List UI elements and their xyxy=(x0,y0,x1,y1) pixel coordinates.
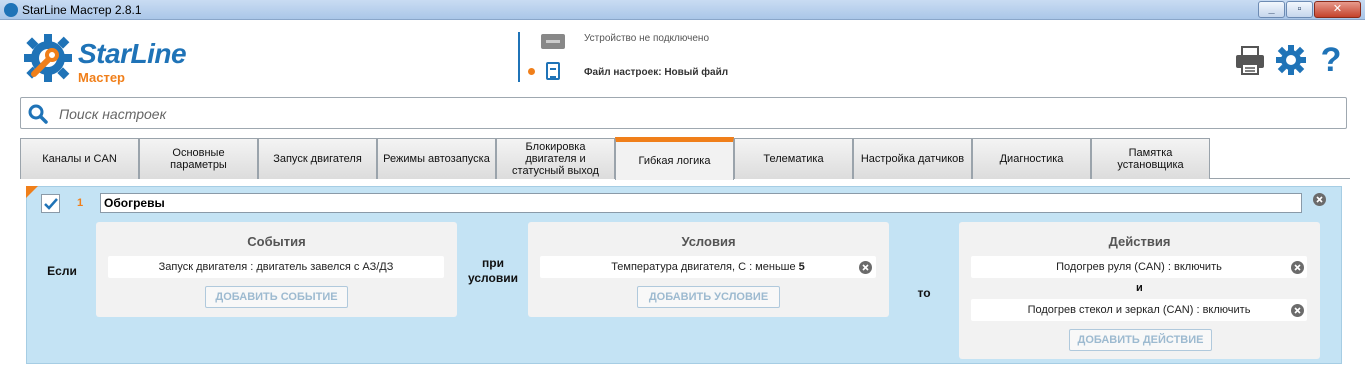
tab-engine-lock[interactable]: Блокировка двигателя и статусный выход xyxy=(496,138,615,179)
device-status: Устройство не подключено xyxy=(584,33,710,44)
events-card: События Запуск двигателя : двигатель зав… xyxy=(96,222,457,317)
window-titlebar: StarLine Мастер 2.8.1 _ ▫ ✕ xyxy=(0,0,1365,20)
checkmark-icon xyxy=(44,198,58,210)
unsaved-indicator xyxy=(528,68,535,75)
condition-text: Температура двигателя, С : меньше xyxy=(611,261,799,273)
conditions-card: Условия Температура двигателя, С : меньш… xyxy=(528,222,889,317)
tab-bar: Каналы и CAN Основные параметры Запуск д… xyxy=(20,137,1350,180)
search-input[interactable] xyxy=(59,103,1329,125)
tab-channels-can[interactable]: Каналы и CAN xyxy=(20,138,139,179)
delete-action-icon[interactable] xyxy=(1291,304,1304,317)
tab-sensor-settings[interactable]: Настройка датчиков xyxy=(853,138,972,179)
tab-flex-logic[interactable]: Гибкая логика xyxy=(615,137,734,180)
delete-condition-icon[interactable] xyxy=(859,261,872,274)
tab-autostart-modes[interactable]: Режимы автозапуска xyxy=(377,138,496,179)
rule-number: 1 xyxy=(77,197,84,209)
then-label: то xyxy=(917,286,931,300)
search-box[interactable] xyxy=(20,97,1347,129)
delete-rule-icon[interactable] xyxy=(1313,193,1326,206)
close-window-button[interactable]: ✕ xyxy=(1314,1,1361,18)
device-icon xyxy=(541,34,565,49)
and-label: и xyxy=(1136,282,1143,294)
rule-enabled-checkbox[interactable] xyxy=(41,194,60,213)
condition-item[interactable]: Температура двигателя, С : меньше 5 xyxy=(540,256,876,278)
action-item[interactable]: Подогрев руля (CAN) : включить xyxy=(971,256,1307,278)
if-label: Если xyxy=(47,264,77,278)
rule-name-input[interactable] xyxy=(100,193,1302,213)
search-icon xyxy=(28,104,48,124)
help-icon[interactable]: ? xyxy=(1318,43,1344,77)
file-status: Файл настроек: Новый файл xyxy=(584,67,729,78)
app-icon xyxy=(4,3,18,17)
conditions-title: Условия xyxy=(681,234,736,249)
tab-basic-params[interactable]: Основные параметры xyxy=(139,138,258,179)
minimize-button[interactable]: _ xyxy=(1258,1,1285,18)
tab-telematics[interactable]: Телематика xyxy=(734,138,853,179)
maximize-button[interactable]: ▫ xyxy=(1286,1,1313,18)
usl-label: условии xyxy=(468,271,518,285)
actions-title: Действия xyxy=(1108,234,1171,249)
window-title: StarLine Мастер 2.8.1 xyxy=(22,3,142,17)
logo-gear-icon xyxy=(24,34,72,82)
status-divider xyxy=(518,32,520,82)
settings-gear-icon[interactable] xyxy=(1275,44,1307,76)
add-action-button[interactable]: ДОБАВИТЬ ДЕЙСТВИЕ xyxy=(1069,329,1212,351)
condition-value: 5 xyxy=(798,261,805,273)
tab-installer-memo[interactable]: Памятка установщика xyxy=(1091,138,1210,179)
tab-engine-start[interactable]: Запуск двигателя xyxy=(258,138,377,179)
actions-card: Действия Подогрев руля (CAN) : включить … xyxy=(959,222,1320,359)
add-event-button[interactable]: ДОБАВИТЬ СОБЫТИЕ xyxy=(205,286,348,308)
rule-corner-marker xyxy=(26,186,38,198)
logo-subtitle: Мастер xyxy=(78,70,125,85)
file-icon xyxy=(546,62,560,80)
action-item[interactable]: Подогрев стекол и зеркал (CAN) : включит… xyxy=(971,299,1307,321)
pri-label: при xyxy=(482,256,504,270)
printer-icon[interactable] xyxy=(1234,44,1266,76)
event-item[interactable]: Запуск двигателя : двигатель завелся с А… xyxy=(108,256,444,278)
starline-logo: StarLine Мастер xyxy=(22,32,212,92)
delete-action-icon[interactable] xyxy=(1291,261,1304,274)
logo-name: StarLine xyxy=(78,38,187,69)
events-title: События xyxy=(247,234,306,249)
tab-diagnostics[interactable]: Диагностика xyxy=(972,138,1091,179)
add-condition-button[interactable]: ДОБАВИТЬ УСЛОВИЕ xyxy=(637,286,780,308)
